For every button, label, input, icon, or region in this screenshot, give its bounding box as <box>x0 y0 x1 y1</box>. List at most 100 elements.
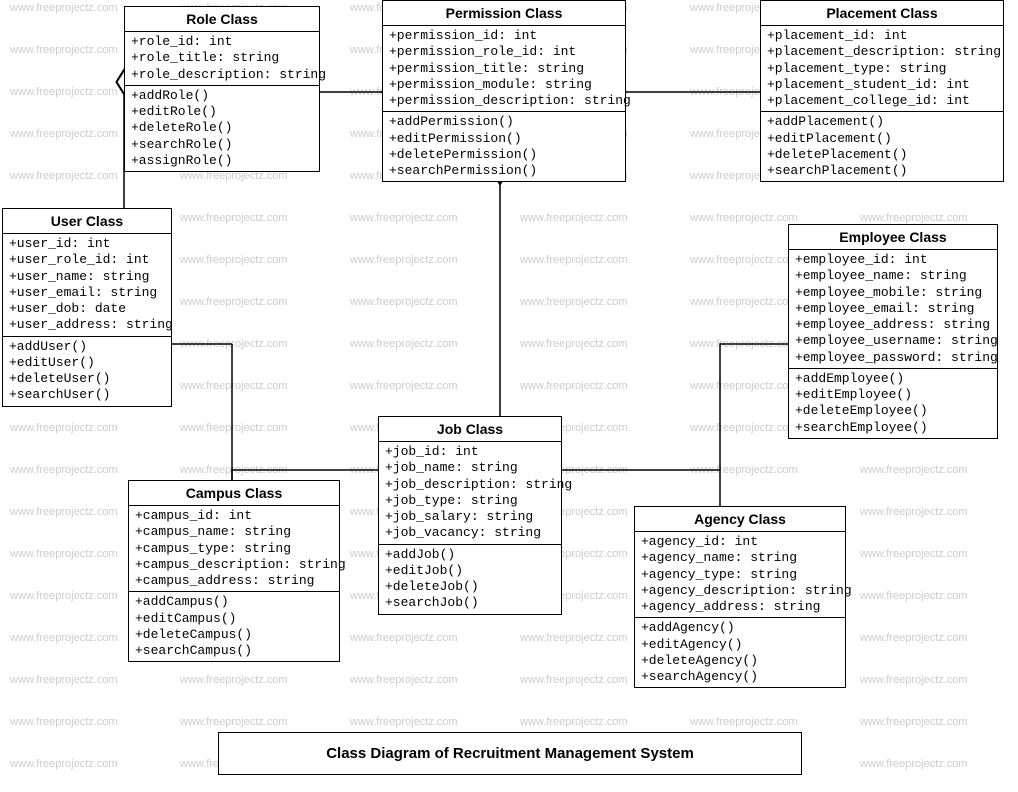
job-class-attributes: +job_id: int+job_name: string+job_descri… <box>379 442 561 545</box>
class-member-line: +role_description: string <box>131 67 313 83</box>
user-class-box: User Class +user_id: int+user_role_id: i… <box>2 208 172 407</box>
class-member-line: +addPermission() <box>389 114 619 130</box>
diagram-title-box: Class Diagram of Recruitment Management … <box>218 732 802 775</box>
permission-class-title: Permission Class <box>383 1 625 26</box>
class-member-line: +role_id: int <box>131 34 313 50</box>
watermark-text: www.freeprojectz.com <box>690 212 798 224</box>
watermark-text: www.freeprojectz.com <box>860 212 968 224</box>
class-member-line: +searchEmployee() <box>795 420 991 436</box>
class-member-line: +employee_mobile: string <box>795 285 991 301</box>
watermark-text: www.freeprojectz.com <box>180 254 288 266</box>
job-class-methods: +addJob()+editJob()+deleteJob()+searchJo… <box>379 545 561 614</box>
class-member-line: +editAgency() <box>641 637 839 653</box>
diagram-title-text: Class Diagram of Recruitment Management … <box>326 745 694 762</box>
watermark-text: www.freeprojectz.com <box>350 338 458 350</box>
watermark-text: www.freeprojectz.com <box>350 212 458 224</box>
role-class-attributes: +role_id: int+role_title: string+role_de… <box>125 32 319 86</box>
class-member-line: +searchAgency() <box>641 669 839 685</box>
watermark-text: www.freeprojectz.com <box>10 506 118 518</box>
user-class-methods: +addUser()+editUser()+deleteUser()+searc… <box>3 337 171 406</box>
watermark-text: www.freeprojectz.com <box>860 716 968 728</box>
class-member-line: +deleteUser() <box>9 371 165 387</box>
class-member-line: +permission_description: string <box>389 93 619 109</box>
agency-class-methods: +addAgency()+editAgency()+deleteAgency()… <box>635 618 845 687</box>
watermark-text: www.freeprojectz.com <box>520 212 628 224</box>
class-member-line: +job_vacancy: string <box>385 525 555 541</box>
watermark-text: www.freeprojectz.com <box>690 464 798 476</box>
watermark-text: www.freeprojectz.com <box>10 170 118 182</box>
class-member-line: +editUser() <box>9 355 165 371</box>
class-member-line: +searchCampus() <box>135 643 333 659</box>
watermark-text: www.freeprojectz.com <box>860 632 968 644</box>
class-member-line: +placement_description: string <box>767 44 997 60</box>
watermark-text: www.freeprojectz.com <box>860 590 968 602</box>
watermark-text: www.freeprojectz.com <box>690 716 798 728</box>
watermark-text: www.freeprojectz.com <box>10 632 118 644</box>
permission-class-attributes: +permission_id: int+permission_role_id: … <box>383 26 625 112</box>
watermark-text: www.freeprojectz.com <box>180 212 288 224</box>
watermark-text: www.freeprojectz.com <box>520 716 628 728</box>
class-member-line: +employee_email: string <box>795 301 991 317</box>
watermark-text: www.freeprojectz.com <box>180 464 288 476</box>
class-member-line: +editPlacement() <box>767 131 997 147</box>
class-member-line: +deleteEmployee() <box>795 403 991 419</box>
class-member-line: +editRole() <box>131 104 313 120</box>
user-class-title: User Class <box>3 209 171 234</box>
watermark-text: www.freeprojectz.com <box>860 464 968 476</box>
class-member-line: +placement_type: string <box>767 61 997 77</box>
class-member-line: +job_type: string <box>385 493 555 509</box>
watermark-text: www.freeprojectz.com <box>520 632 628 644</box>
watermark-text: www.freeprojectz.com <box>180 338 288 350</box>
class-member-line: +permission_id: int <box>389 28 619 44</box>
class-member-line: +deletePlacement() <box>767 147 997 163</box>
class-member-line: +campus_name: string <box>135 524 333 540</box>
watermark-text: www.freeprojectz.com <box>10 674 118 686</box>
class-member-line: +addRole() <box>131 88 313 104</box>
watermark-text: www.freeprojectz.com <box>10 86 118 98</box>
watermark-text: www.freeprojectz.com <box>350 380 458 392</box>
role-class-title: Role Class <box>125 7 319 32</box>
class-member-line: +agency_description: string <box>641 583 839 599</box>
watermark-text: www.freeprojectz.com <box>180 422 288 434</box>
class-member-line: +campus_type: string <box>135 541 333 557</box>
placement-class-attributes: +placement_id: int+placement_description… <box>761 26 1003 112</box>
watermark-text: www.freeprojectz.com <box>690 296 798 308</box>
class-member-line: +permission_module: string <box>389 77 619 93</box>
class-member-line: +editPermission() <box>389 131 619 147</box>
class-member-line: +user_role_id: int <box>9 252 165 268</box>
watermark-text: www.freeprojectz.com <box>10 590 118 602</box>
agency-class-attributes: +agency_id: int+agency_name: string+agen… <box>635 532 845 618</box>
class-member-line: +addCampus() <box>135 594 333 610</box>
class-member-line: +deleteJob() <box>385 579 555 595</box>
watermark-text: www.freeprojectz.com <box>690 422 798 434</box>
watermark-text: www.freeprojectz.com <box>690 338 798 350</box>
job-class-title: Job Class <box>379 417 561 442</box>
watermark-text: www.freeprojectz.com <box>350 254 458 266</box>
class-member-line: +editEmployee() <box>795 387 991 403</box>
watermark-text: www.freeprojectz.com <box>690 254 798 266</box>
campus-class-attributes: +campus_id: int+campus_name: string+camp… <box>129 506 339 592</box>
watermark-text: www.freeprojectz.com <box>350 716 458 728</box>
permission-class-box: Permission Class +permission_id: int+per… <box>382 0 626 182</box>
class-member-line: +user_email: string <box>9 285 165 301</box>
employee-class-title: Employee Class <box>789 225 997 250</box>
campus-class-box: Campus Class +campus_id: int+campus_name… <box>128 480 340 662</box>
watermark-text: www.freeprojectz.com <box>350 674 458 686</box>
class-member-line: +job_id: int <box>385 444 555 460</box>
watermark-text: www.freeprojectz.com <box>10 758 118 770</box>
class-member-line: +role_title: string <box>131 50 313 66</box>
class-member-line: +searchPlacement() <box>767 163 997 179</box>
class-member-line: +searchUser() <box>9 387 165 403</box>
watermark-text: www.freeprojectz.com <box>520 254 628 266</box>
watermark-text: www.freeprojectz.com <box>520 296 628 308</box>
class-member-line: +deleteRole() <box>131 120 313 136</box>
role-class-methods: +addRole()+editRole()+deleteRole()+searc… <box>125 86 319 171</box>
watermark-text: www.freeprojectz.com <box>180 674 288 686</box>
class-member-line: +addJob() <box>385 547 555 563</box>
class-member-line: +addUser() <box>9 339 165 355</box>
user-class-attributes: +user_id: int+user_role_id: int+user_nam… <box>3 234 171 337</box>
class-member-line: +placement_student_id: int <box>767 77 997 93</box>
watermark-text: www.freeprojectz.com <box>860 506 968 518</box>
class-member-line: +addAgency() <box>641 620 839 636</box>
watermark-text: www.freeprojectz.com <box>10 2 118 14</box>
